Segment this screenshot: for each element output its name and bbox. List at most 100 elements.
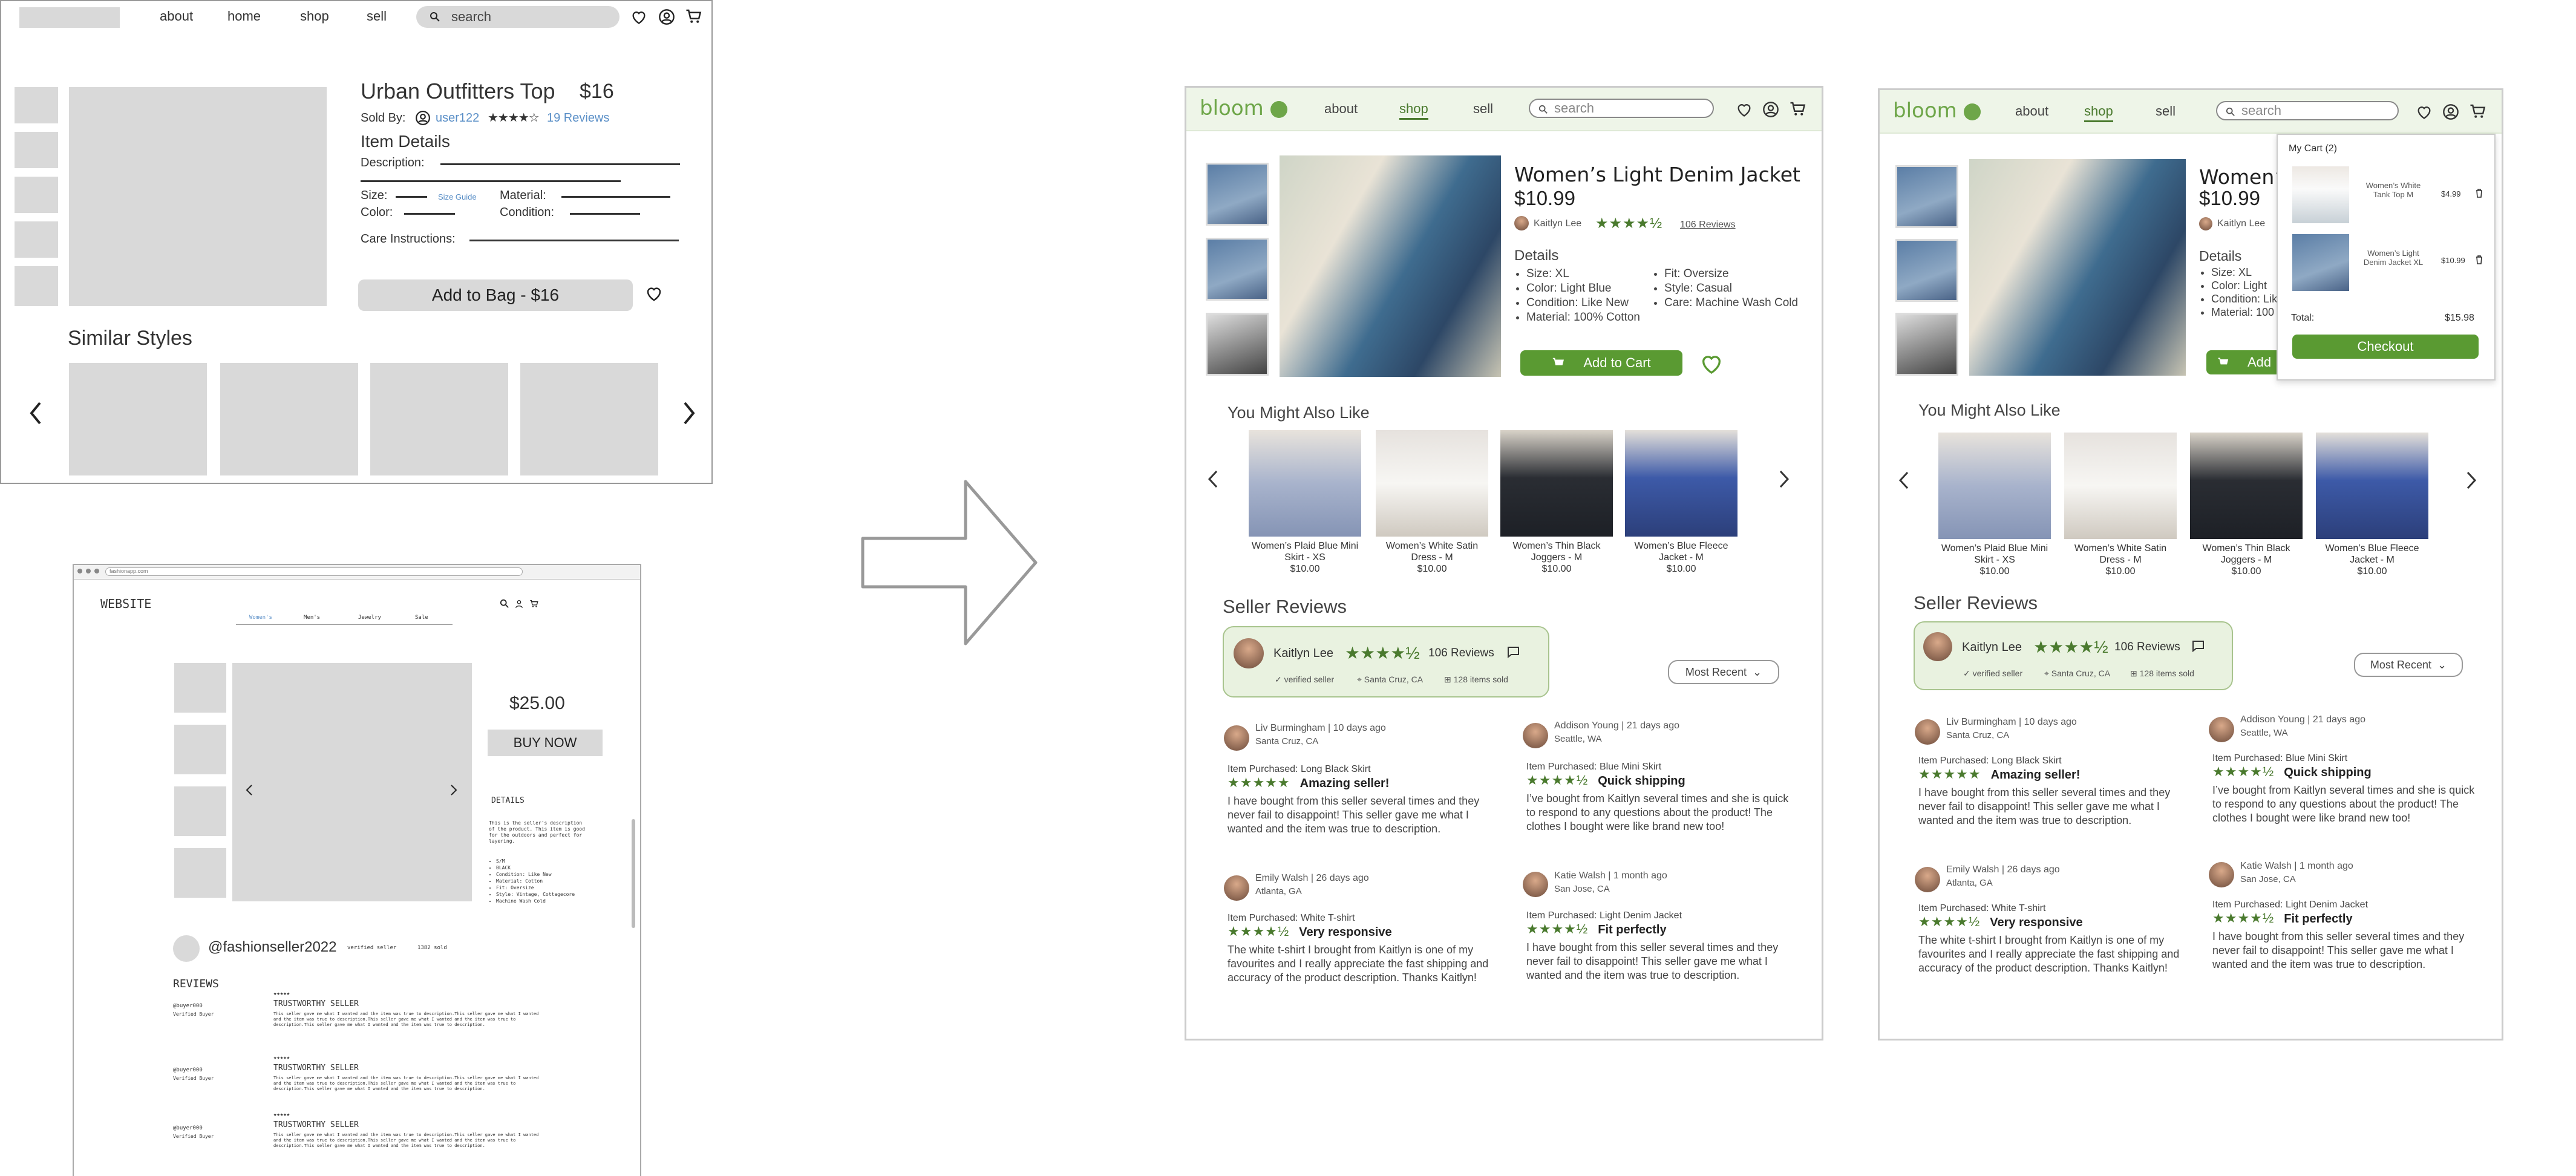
tab-womens[interactable]: Women's (249, 615, 272, 621)
chevron-right-icon[interactable] (1778, 469, 1790, 489)
location-text: Santa Cruz, CA (2051, 668, 2111, 678)
thumbnail-placeholder[interactable] (15, 221, 58, 258)
thumbnail-placeholder[interactable] (15, 266, 58, 306)
site-logo[interactable]: bloom (1200, 96, 1287, 120)
reviews-link[interactable]: 19 Reviews (547, 111, 609, 125)
seller-name[interactable]: Kaitlyn Lee (1962, 641, 2022, 655)
product-card[interactable]: Women’s Blue Fleece Jacket - M $10.00 (1622, 430, 1741, 575)
thumbnail-image[interactable] (1206, 313, 1269, 376)
product-name: Women’s Thin Black Joggers - M (2202, 543, 2290, 565)
detail-item: Size: XL (1526, 267, 1640, 281)
review-meta: Katie Walsh | 1 month ago (2240, 861, 2353, 871)
detail-item: Material: 100% Cotton (1526, 310, 1640, 325)
similar-item-placeholder[interactable] (69, 363, 207, 475)
chevron-left-icon[interactable] (1898, 470, 1910, 491)
details-left: Size: XL Color: Light Condition: Lik Mat… (2211, 266, 2277, 319)
thumbnail-placeholder[interactable] (174, 663, 226, 713)
search-input[interactable]: search (2216, 101, 2399, 120)
nav-sell[interactable]: sell (2156, 103, 2176, 119)
seller-link[interactable]: user122 (436, 111, 479, 125)
chevron-left-icon[interactable] (246, 784, 253, 796)
similar-item-placeholder[interactable] (220, 363, 358, 475)
nav-shop[interactable]: shop (1399, 101, 1428, 120)
nav-about[interactable]: about (160, 8, 193, 24)
thumbnail-image[interactable] (1206, 238, 1269, 301)
account-icon[interactable] (2442, 103, 2459, 120)
checkout-button[interactable]: Checkout (2292, 335, 2479, 359)
chevron-right-icon[interactable] (682, 400, 696, 426)
scrollbar[interactable] (632, 819, 635, 928)
nav-shop[interactable]: shop (2084, 103, 2113, 122)
message-icon[interactable] (1506, 645, 1520, 659)
nav-shop[interactable]: shop (300, 8, 329, 24)
product-card[interactable]: Women’s Thin Black Joggers - M $10.00 (1497, 430, 1616, 575)
nav-about[interactable]: about (2015, 103, 2048, 119)
tab-sale[interactable]: Sale (415, 615, 428, 621)
nav-sell[interactable]: sell (1473, 101, 1493, 117)
chevron-left-icon[interactable] (29, 400, 42, 426)
chevron-left-icon[interactable] (1207, 469, 1219, 489)
heart-icon[interactable] (1736, 101, 1753, 118)
seller-handle[interactable]: @fashionseller2022 (208, 939, 337, 956)
thumbnail-placeholder[interactable] (15, 132, 58, 168)
trash-icon[interactable] (2475, 255, 2483, 264)
heart-icon[interactable] (645, 284, 663, 302)
logo-text: bloom (1200, 96, 1264, 120)
nav-home[interactable]: home (227, 8, 261, 24)
sort-dropdown[interactable]: Most Recent ⌄ (1668, 660, 1779, 684)
heart-icon[interactable] (1699, 351, 1724, 376)
seller-name[interactable]: Kaitlyn Lee (1534, 218, 1581, 229)
thumbnail-placeholder[interactable] (15, 177, 58, 213)
seller-location: ⌖ Santa Cruz, CA (2044, 668, 2111, 678)
thumbnail-image[interactable] (1206, 163, 1269, 226)
reviews-link[interactable]: 106 Reviews (1680, 220, 1736, 230)
message-icon[interactable] (2191, 639, 2205, 653)
detail-item: BLACK (496, 864, 575, 871)
similar-item-placeholder[interactable] (520, 363, 658, 475)
thumbnail-placeholder[interactable] (174, 725, 226, 774)
cart-icon[interactable] (1789, 100, 1807, 118)
buy-now-button[interactable]: BUY NOW (488, 730, 603, 756)
search-input[interactable]: search (416, 6, 619, 28)
product-card[interactable]: Women’s White Satin Dress - M $10.00 (2061, 433, 2180, 577)
tab-jewelry[interactable]: Jewelry (358, 615, 381, 621)
account-icon[interactable] (1762, 101, 1779, 118)
cart-icon[interactable] (685, 7, 703, 25)
thumbnail-image[interactable] (1895, 165, 1958, 228)
product-card[interactable]: Women’s Plaid Blue Mini Skirt - XS $10.00 (1935, 433, 2054, 577)
thumbnail-placeholder[interactable] (174, 786, 226, 836)
thumbnail-placeholder[interactable] (15, 87, 58, 123)
cart-icon[interactable] (529, 599, 540, 609)
heart-icon[interactable] (630, 8, 647, 25)
nav-about[interactable]: about (1324, 101, 1358, 117)
product-card[interactable]: Women’s Plaid Blue Mini Skirt - XS $10.00 (1246, 430, 1364, 575)
tab-mens[interactable]: Men's (304, 615, 320, 621)
thumbnail-placeholder[interactable] (174, 848, 226, 898)
chevron-right-icon[interactable] (450, 784, 457, 796)
size-guide-link[interactable]: Size Guide (438, 192, 477, 201)
trash-icon[interactable] (2475, 188, 2483, 198)
url-bar[interactable]: fashionapp.com (105, 567, 523, 576)
site-logo[interactable]: bloom (1893, 99, 1981, 123)
heart-icon[interactable] (2416, 103, 2433, 120)
seller-name[interactable]: Kaitlyn Lee (2217, 218, 2265, 229)
reviewer-avatar (1915, 719, 1940, 745)
similar-item-placeholder[interactable] (370, 363, 508, 475)
cart-icon[interactable] (2469, 102, 2487, 120)
add-to-cart-button[interactable]: Add to Cart (1520, 350, 1682, 376)
product-card[interactable]: Women’s Blue Fleece Jacket - M $10.00 (2313, 433, 2431, 577)
search-icon[interactable] (500, 599, 509, 609)
product-card[interactable]: Women’s Thin Black Joggers - M $10.00 (2187, 433, 2306, 577)
cart-dropdown: My Cart (2) Women’s White Tank Top M $4.… (2277, 134, 2496, 381)
account-icon[interactable] (514, 599, 524, 609)
seller-name[interactable]: Kaitlyn Lee (1273, 647, 1333, 661)
add-to-bag-button[interactable]: Add to Bag - $16 (358, 279, 633, 311)
thumbnail-image[interactable] (1895, 239, 1958, 302)
chevron-right-icon[interactable] (2465, 470, 2477, 491)
account-icon[interactable] (658, 8, 675, 25)
thumbnail-image[interactable] (1895, 313, 1958, 376)
sort-dropdown[interactable]: Most Recent ⌄ (2354, 653, 2463, 677)
search-input[interactable]: search (1529, 99, 1714, 118)
nav-sell[interactable]: sell (367, 8, 387, 24)
product-card[interactable]: Women’s White Satin Dress - M $10.00 (1373, 430, 1491, 575)
